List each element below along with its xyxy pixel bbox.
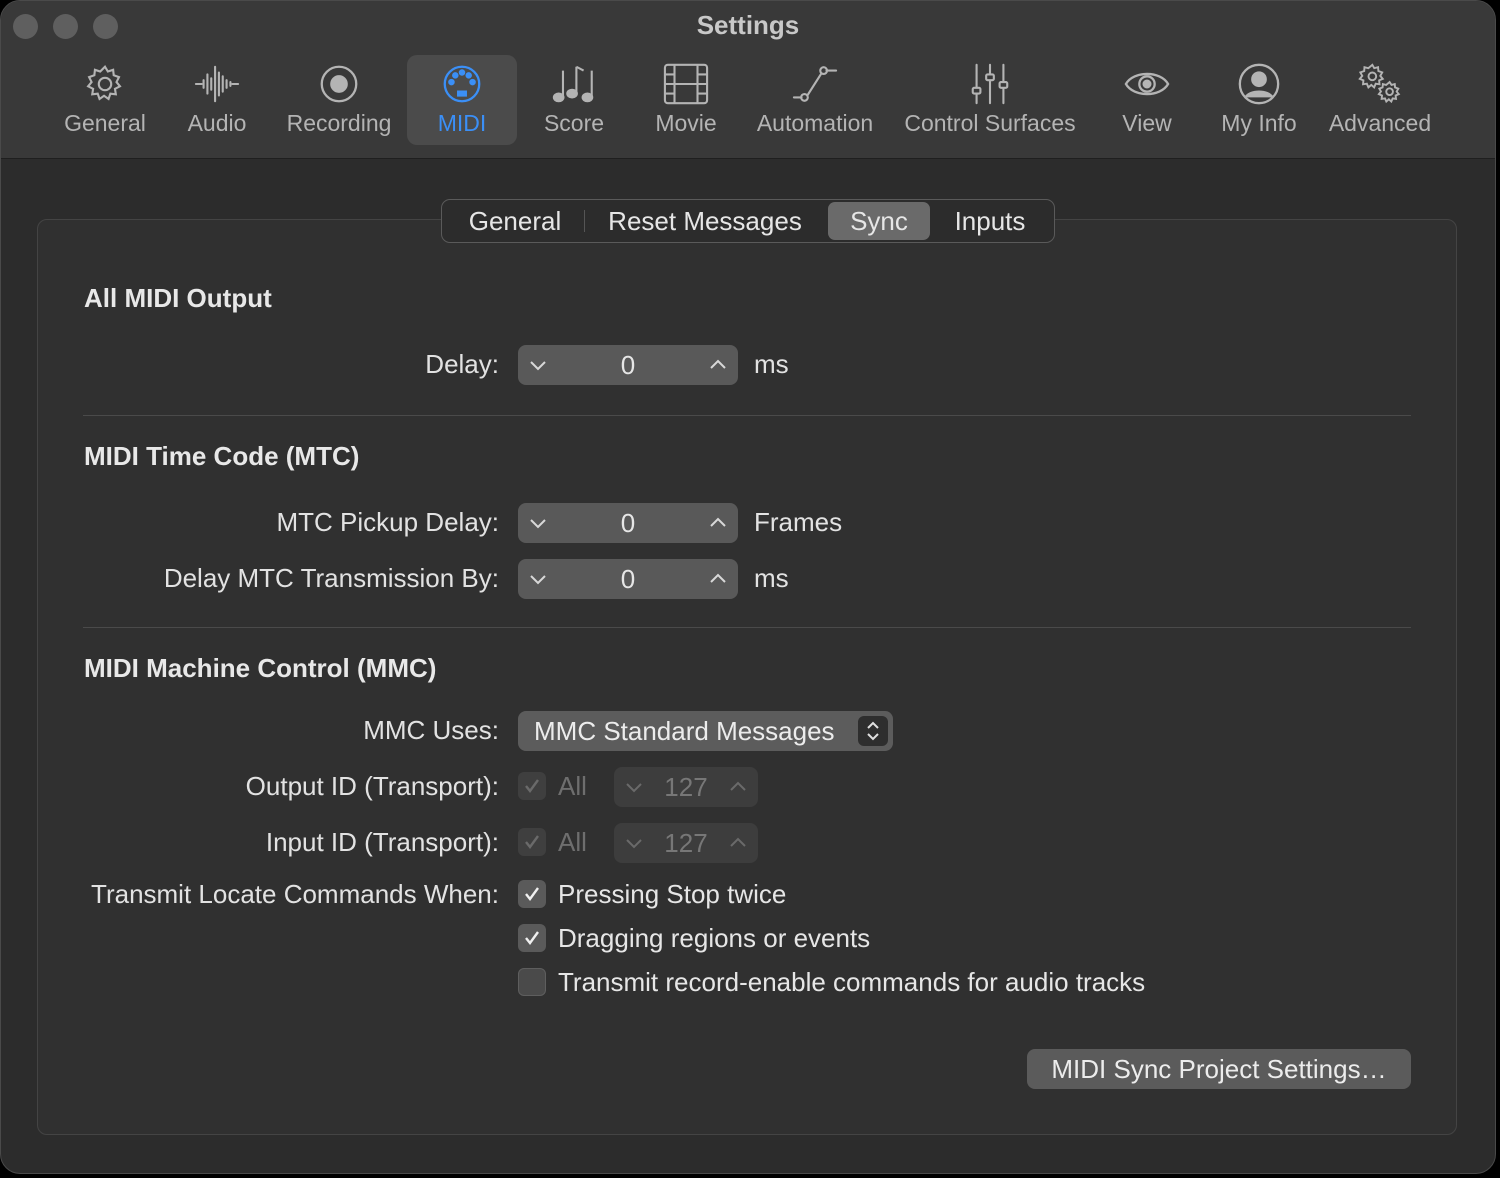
output-id-value[interactable]: 127 bbox=[664, 772, 707, 803]
chevron-down-icon[interactable] bbox=[526, 353, 550, 377]
chevron-up-icon[interactable] bbox=[706, 567, 730, 591]
output-id-label: Output ID (Transport): bbox=[245, 771, 499, 801]
checkmark-icon bbox=[525, 779, 539, 793]
mtc-transmission-delay-value[interactable]: 0 bbox=[621, 564, 635, 595]
mtc-pickup-delay-stepper[interactable]: 0 bbox=[518, 503, 738, 543]
toolbar-item-label: Control Surfaces bbox=[904, 110, 1076, 136]
toolbar-item-automation[interactable]: Automation bbox=[753, 55, 877, 145]
midi-sync-project-settings-button[interactable]: MIDI Sync Project Settings… bbox=[1027, 1049, 1411, 1089]
toolbar-item-label: Audio bbox=[187, 110, 247, 136]
output-id-all-label: All bbox=[558, 771, 587, 801]
toolbar: Settings General Audio Recording MIDI Sc… bbox=[1, 1, 1495, 159]
window-title: Settings bbox=[696, 10, 800, 40]
record-enable-label[interactable]: Transmit record-enable commands for audi… bbox=[558, 967, 1145, 998]
toolbar-item-label: General bbox=[64, 110, 146, 136]
gear-icon bbox=[77, 59, 133, 109]
toolbar-item-view[interactable]: View bbox=[1113, 55, 1181, 145]
tab-divider bbox=[584, 210, 585, 232]
person-icon bbox=[1231, 59, 1287, 109]
automation-curve-icon bbox=[787, 59, 843, 109]
input-id-stepper[interactable]: 127 bbox=[614, 823, 758, 863]
mtc-pickup-delay-unit: Frames bbox=[754, 507, 843, 537]
up-down-chevron-icon bbox=[858, 716, 888, 746]
chevron-up-icon[interactable] bbox=[726, 831, 750, 855]
chevron-up-icon[interactable] bbox=[726, 775, 750, 799]
film-icon bbox=[658, 59, 714, 109]
input-id-label: Input ID (Transport): bbox=[265, 827, 499, 857]
chevron-down-icon[interactable] bbox=[526, 511, 550, 535]
tab-sync[interactable]: Sync bbox=[828, 202, 930, 240]
eye-icon bbox=[1119, 59, 1175, 109]
section-heading-mtc: MIDI Time Code (MTC) bbox=[84, 441, 360, 471]
record-icon bbox=[311, 59, 367, 109]
toolbar-item-label: Automation bbox=[756, 110, 874, 136]
mtc-transmission-delay-label: Delay MTC Transmission By: bbox=[163, 563, 499, 593]
delay-value[interactable]: 0 bbox=[621, 350, 635, 381]
toolbar-item-recording[interactable]: Recording bbox=[283, 55, 395, 145]
toolbar-item-midi[interactable]: MIDI bbox=[407, 55, 517, 145]
mtc-pickup-delay-label: MTC Pickup Delay: bbox=[276, 507, 500, 537]
toolbar-item-label: Movie bbox=[655, 110, 717, 136]
chevron-up-icon[interactable] bbox=[706, 511, 730, 535]
toolbar-item-label: Advanced bbox=[1328, 110, 1432, 136]
dragging-regions-checkbox[interactable] bbox=[518, 924, 546, 952]
checkmark-icon bbox=[525, 931, 539, 945]
waveform-icon bbox=[189, 59, 245, 109]
toolbar-item-general[interactable]: General bbox=[57, 55, 153, 145]
output-id-all-checkbox[interactable] bbox=[518, 772, 546, 800]
transmit-locate-label: Transmit Locate Commands When: bbox=[91, 879, 499, 909]
section-heading-all-midi-output: All MIDI Output bbox=[84, 283, 272, 313]
pressing-stop-twice-checkbox[interactable] bbox=[518, 880, 546, 908]
delay-label: Delay: bbox=[425, 349, 499, 379]
mtc-pickup-delay-value[interactable]: 0 bbox=[621, 508, 635, 539]
toolbar-item-label: My Info bbox=[1221, 110, 1297, 136]
settings-window: Settings General Audio Recording MIDI Sc… bbox=[0, 0, 1496, 1174]
mtc-transmission-delay-stepper[interactable]: 0 bbox=[518, 559, 738, 599]
toolbar-item-movie[interactable]: Movie bbox=[649, 55, 723, 145]
dragging-regions-label[interactable]: Dragging regions or events bbox=[558, 923, 870, 954]
section-heading-mmc: MIDI Machine Control (MMC) bbox=[84, 653, 437, 683]
toolbar-item-label: MIDI bbox=[437, 110, 487, 136]
chevron-up-icon[interactable] bbox=[706, 353, 730, 377]
tab-reset-messages[interactable]: Reset Messages bbox=[594, 202, 816, 240]
mmc-uses-popup[interactable]: MMC Standard Messages bbox=[518, 711, 893, 751]
tab-inputs[interactable]: Inputs bbox=[940, 202, 1040, 240]
music-notes-icon bbox=[546, 59, 602, 109]
chevron-down-icon[interactable] bbox=[622, 831, 646, 855]
toolbar-item-advanced[interactable]: Advanced bbox=[1323, 55, 1437, 145]
output-id-stepper[interactable]: 127 bbox=[614, 767, 758, 807]
chevron-down-icon[interactable] bbox=[526, 567, 550, 591]
record-enable-checkbox[interactable] bbox=[518, 968, 546, 996]
sliders-icon bbox=[962, 59, 1018, 109]
delay-unit: ms bbox=[754, 349, 789, 379]
tab-bar: General Reset Messages Sync Inputs bbox=[441, 199, 1055, 243]
toolbar-item-label: Recording bbox=[286, 110, 392, 136]
input-id-all-checkbox[interactable] bbox=[518, 828, 546, 856]
section-divider bbox=[83, 415, 1411, 416]
gears-icon bbox=[1352, 59, 1408, 109]
section-divider bbox=[83, 627, 1411, 628]
mtc-transmission-delay-unit: ms bbox=[754, 563, 789, 593]
mmc-uses-value[interactable]: MMC Standard Messages bbox=[534, 716, 835, 746]
input-id-all-label: All bbox=[558, 827, 587, 857]
toolbar-item-audio[interactable]: Audio bbox=[177, 55, 257, 145]
toolbar-item-label: View bbox=[1122, 110, 1172, 136]
toolbar-item-my-info[interactable]: My Info bbox=[1213, 55, 1305, 145]
chevron-down-icon[interactable] bbox=[622, 775, 646, 799]
midi-port-icon bbox=[434, 59, 490, 109]
toolbar-item-control-surfaces[interactable]: Control Surfaces bbox=[899, 55, 1081, 145]
input-id-value[interactable]: 127 bbox=[664, 828, 707, 859]
checkmark-icon bbox=[525, 835, 539, 849]
toolbar-item-label: Score bbox=[543, 110, 605, 136]
mmc-uses-label: MMC Uses: bbox=[363, 715, 499, 745]
tab-general[interactable]: General bbox=[456, 202, 574, 240]
toolbar-item-score[interactable]: Score bbox=[539, 55, 609, 145]
delay-stepper[interactable]: 0 bbox=[518, 345, 738, 385]
pressing-stop-twice-label[interactable]: Pressing Stop twice bbox=[558, 879, 786, 910]
checkmark-icon bbox=[525, 887, 539, 901]
